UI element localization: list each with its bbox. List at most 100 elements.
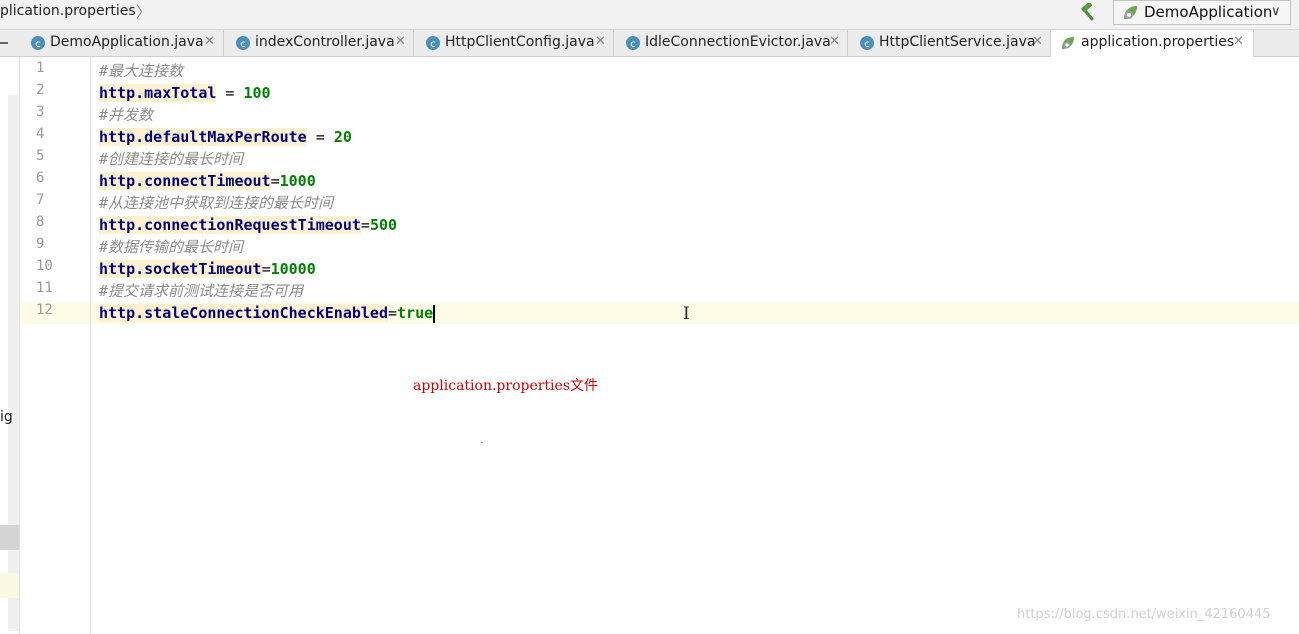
tab-demo-application[interactable]: c DemoApplication.java ✕ <box>19 30 224 56</box>
project-tree-highlight <box>0 573 19 598</box>
chevron-down-icon: ∨ <box>1271 4 1281 19</box>
stray-mark <box>481 442 483 443</box>
annotation-text: application.properties文件 <box>413 378 599 394</box>
run-configuration-select[interactable]: DemoApplication ∨ <box>1113 0 1291 25</box>
property-value: 100 <box>243 84 271 102</box>
property-key: http.maxTotal <box>99 84 217 102</box>
line-number: 4 <box>36 126 45 142</box>
tab-idle-connection-evictor[interactable]: c IdleConnectionEvictor.java ✕ <box>614 30 848 56</box>
line-number: 9 <box>36 236 45 252</box>
class-c-icon: c <box>860 36 874 50</box>
code-line[interactable]: #最大连接数 <box>99 60 183 82</box>
build-hammer-icon[interactable] <box>1078 3 1100 23</box>
comment: #最大连接数 <box>99 62 184 80</box>
tab-http-client-service[interactable]: c HttpClientService.java ✕ <box>848 30 1051 56</box>
code-editor[interactable]: #最大连接数 http.maxTotal = 100 #并发数 http.def… <box>91 57 1299 634</box>
comment: #创建连接的最长时间 <box>99 150 244 168</box>
code-line[interactable]: http.socketTimeout=10000 <box>99 258 316 280</box>
line-number: 2 <box>36 82 45 98</box>
code-line[interactable]: #数据传输的最长时间 <box>99 236 243 258</box>
property-key: http.connectTimeout <box>99 172 271 190</box>
code-line[interactable]: http.connectTimeout=1000 <box>99 170 316 192</box>
class-c-icon: c <box>236 36 250 50</box>
ibeam-cursor-icon: I <box>683 304 690 324</box>
class-c-icon: c <box>31 36 45 50</box>
property-value: true <box>397 304 434 322</box>
separator: = <box>216 84 244 102</box>
separator: = <box>270 172 280 190</box>
line-number-gutter[interactable]: 1 2 3 4 5 6 7 8 9 10 11 12 <box>20 57 91 634</box>
breadcrumb-file[interactable]: plication.properties <box>0 3 136 19</box>
line-number: 5 <box>36 148 45 164</box>
close-icon[interactable]: ✕ <box>204 34 215 49</box>
comment: #从连接池中获取到连接的最长时间 <box>99 194 334 212</box>
property-key: http.defaultMaxPerRoute <box>99 128 307 146</box>
svg-text:c: c <box>630 39 636 50</box>
tab-label: application.properties <box>1081 34 1235 50</box>
property-key: http.socketTimeout <box>99 260 262 278</box>
svg-text:c: c <box>864 39 870 50</box>
spring-boot-icon <box>1124 6 1137 19</box>
comment: #提交请求前测试连接是否可用 <box>99 282 304 300</box>
close-icon[interactable]: ✕ <box>829 34 840 49</box>
property-key: http.connectionRequestTimeout <box>99 216 361 234</box>
tab-http-client-config[interactable]: c HttpClientConfig.java ✕ <box>414 30 614 56</box>
spring-leaf-icon <box>1062 37 1074 49</box>
class-c-icon: c <box>426 36 440 50</box>
comment: #并发数 <box>99 106 154 124</box>
tab-bar-divider <box>0 42 8 44</box>
close-icon[interactable]: ✕ <box>1233 34 1244 49</box>
svg-text:c: c <box>430 39 436 50</box>
tab-label: indexController.java <box>255 34 395 50</box>
line-number: 8 <box>36 214 45 230</box>
close-icon[interactable]: ✕ <box>395 34 406 49</box>
separator: = <box>360 216 370 234</box>
close-icon[interactable]: ✕ <box>1032 34 1043 49</box>
code-line-current[interactable]: http.staleConnectionCheckEnabled=true <box>99 302 436 324</box>
run-configuration-label: DemoApplication <box>1144 3 1273 21</box>
tab-label: DemoApplication.java <box>50 34 204 50</box>
project-panel-edge: ig <box>0 57 20 634</box>
project-tree-selection[interactable] <box>0 525 19 550</box>
line-number: 1 <box>36 60 45 76</box>
tab-application-properties[interactable]: application.properties ✕ <box>1051 30 1254 57</box>
separator: = <box>306 128 334 146</box>
property-value: 500 <box>369 216 398 234</box>
separator: = <box>387 304 398 322</box>
line-number: 12 <box>36 302 53 318</box>
code-line[interactable]: #并发数 <box>99 104 153 126</box>
svg-text:c: c <box>35 39 41 50</box>
current-line-gutter-highlight <box>20 302 90 324</box>
text-caret <box>433 304 436 323</box>
separator: = <box>261 260 271 278</box>
editor-tab-bar: c DemoApplication.java ✕ c indexControll… <box>0 30 1299 57</box>
breadcrumb-separator-icon: 〉 <box>136 3 152 21</box>
project-tree-fragment[interactable]: ig <box>0 409 13 425</box>
code-line[interactable]: http.defaultMaxPerRoute = 20 <box>99 126 352 148</box>
property-value: 10000 <box>270 260 316 278</box>
watermark: https://blog.csdn.net/weixin_42160445 <box>1017 607 1271 622</box>
code-line[interactable]: #提交请求前测试连接是否可用 <box>99 280 303 302</box>
property-value: 1000 <box>279 172 316 190</box>
tab-label: HttpClientService.java <box>879 34 1036 50</box>
svg-text:c: c <box>240 39 246 50</box>
navigation-bar: plication.properties 〉 DemoApplication ∨ <box>0 0 1299 30</box>
project-tree-strip <box>8 95 19 631</box>
line-number: 3 <box>36 104 45 120</box>
code-line[interactable]: http.connectionRequestTimeout=500 <box>99 214 397 236</box>
tab-label: HttpClientConfig.java <box>445 34 595 50</box>
code-line[interactable]: #从连接池中获取到连接的最长时间 <box>99 192 333 214</box>
property-value: 20 <box>333 128 352 146</box>
line-number: 6 <box>36 170 45 186</box>
property-key: http.staleConnectionCheckEnabled <box>99 304 388 322</box>
line-number: 11 <box>36 280 53 296</box>
code-line[interactable]: #创建连接的最长时间 <box>99 148 243 170</box>
line-number: 7 <box>36 192 45 208</box>
close-icon[interactable]: ✕ <box>595 34 606 49</box>
tab-label: IdleConnectionEvictor.java <box>645 34 831 50</box>
class-c-icon: c <box>626 36 640 50</box>
tab-index-controller[interactable]: c indexController.java ✕ <box>224 30 414 56</box>
line-number: 10 <box>36 258 53 274</box>
comment: #数据传输的最长时间 <box>99 238 244 256</box>
code-line[interactable]: http.maxTotal = 100 <box>99 82 271 104</box>
